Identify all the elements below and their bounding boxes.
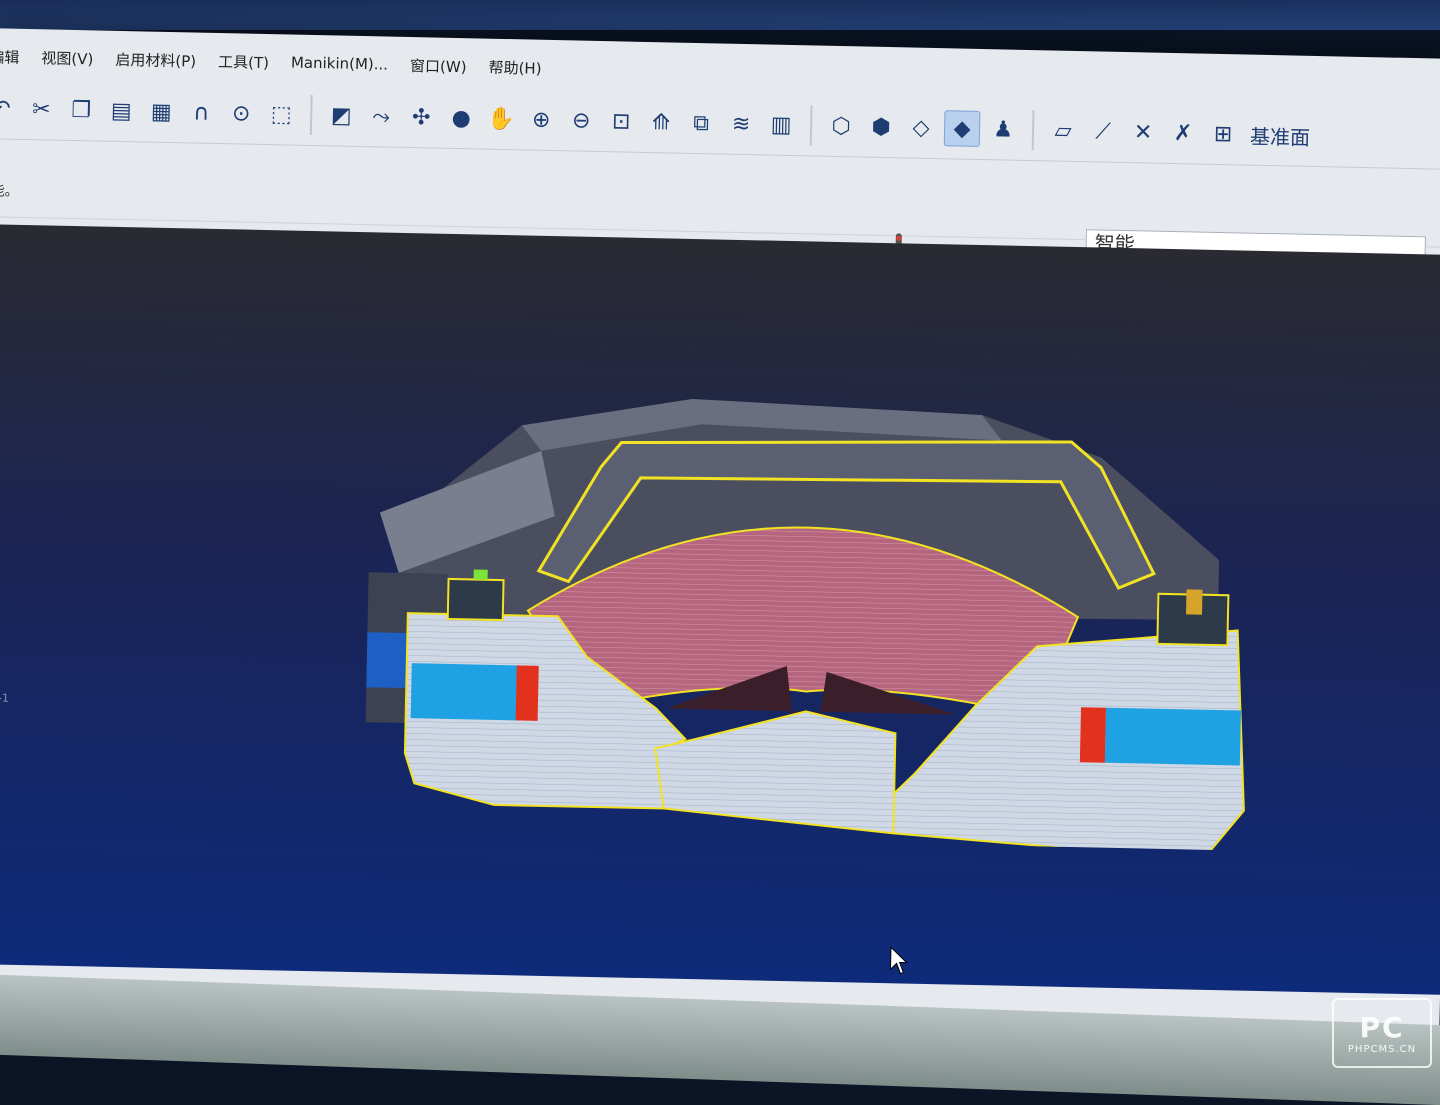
zoom-in-icon[interactable]: ⊕ (524, 102, 559, 137)
binoculars-icon[interactable]: ⊙ (224, 96, 259, 131)
status-text: 功能。 (0, 182, 19, 200)
copy-icon[interactable]: ❐ (64, 93, 99, 128)
properties-icon[interactable]: ▥ (764, 107, 799, 142)
magnet-blue-right (1104, 707, 1241, 766)
paste-icon[interactable]: ▤ (104, 94, 139, 129)
layers-icon[interactable]: ≋ (724, 107, 759, 142)
intersection-icon[interactable]: ✗ (1166, 116, 1201, 151)
magnet-red-left (515, 665, 539, 721)
multi-view-icon[interactable]: ⧉ (684, 106, 719, 141)
manipulate-icon[interactable]: ✣ (404, 100, 439, 135)
tree-icon[interactable]: ⤳ (364, 99, 399, 134)
special-paste-icon[interactable]: ▦ (144, 94, 179, 129)
plane-icon[interactable]: ▱ (1046, 113, 1081, 148)
render-sphere-icon[interactable]: ● (444, 101, 479, 136)
wireframe-view-icon[interactable]: ⬡ (824, 109, 859, 144)
speaker-section-model[interactable] (333, 372, 1302, 852)
menu-materials[interactable]: 启用材料(P) (115, 48, 196, 71)
green-accent-left (473, 569, 488, 580)
apply-material-icon[interactable]: ♟ (986, 112, 1021, 147)
plane-label[interactable]: 基准面 (1250, 120, 1311, 150)
shaded-edges-view-icon[interactable]: ◆ (943, 110, 981, 147)
section-bottom-center (653, 710, 897, 835)
shaded-view-icon[interactable]: ◇ (904, 110, 939, 145)
sketch-icon[interactable]: ◩ (324, 98, 359, 133)
menu-manikin[interactable]: Manikin(M)... (291, 54, 388, 74)
hidden-lines-view-icon[interactable]: ⬢ (864, 110, 899, 145)
toolbar-separator (1031, 110, 1035, 151)
3d-viewport[interactable]: 零件-1 (0, 224, 1440, 995)
gold-screw-right (1185, 589, 1203, 615)
watermark-logo: PC (1359, 1011, 1405, 1044)
menu-window[interactable]: 窗口(W) (410, 55, 467, 77)
selection-box-icon[interactable]: ⬚ (264, 97, 299, 132)
axis-system-icon[interactable]: ⊞ (1206, 117, 1241, 152)
point-icon[interactable]: ✕ (1126, 115, 1161, 150)
menu-edit[interactable]: 编辑 (0, 46, 20, 68)
watermark-site: PHPCMS.CN (1347, 1044, 1417, 1055)
magnet-red-right (1079, 707, 1107, 763)
menu-view[interactable]: 视图(V) (41, 47, 93, 69)
line-icon[interactable]: ⟋ (1086, 114, 1121, 149)
watermark: PC PHPCMS.CN (1332, 998, 1432, 1068)
menu-help[interactable]: 帮助(H) (488, 56, 541, 78)
pan-hand-icon[interactable]: ✋ (484, 102, 519, 137)
magnet-blue-left (410, 663, 522, 721)
cad-window: 编辑 视图(V) 启用材料(P) 工具(T) Manikin(M)... 窗口(… (0, 28, 1440, 1049)
undo-icon[interactable]: ↶ (0, 91, 19, 126)
zoom-out-icon[interactable]: ⊖ (564, 103, 599, 138)
mouse-cursor-icon (889, 946, 908, 975)
magnet-icon[interactable]: ∩ (184, 95, 219, 130)
zoom-area-icon[interactable]: ⊡ (604, 104, 639, 139)
toolbar-separator (809, 105, 813, 146)
menu-tools[interactable]: 工具(T) (218, 50, 269, 72)
monitor-bezel (0, 0, 1440, 30)
toolbar-separator (309, 94, 313, 135)
bolt-left (446, 577, 505, 622)
cut-icon[interactable]: ✂ (24, 92, 59, 127)
normal-view-icon[interactable]: ⟰ (644, 105, 679, 140)
viewport-side-label: 零件-1 (0, 691, 10, 705)
